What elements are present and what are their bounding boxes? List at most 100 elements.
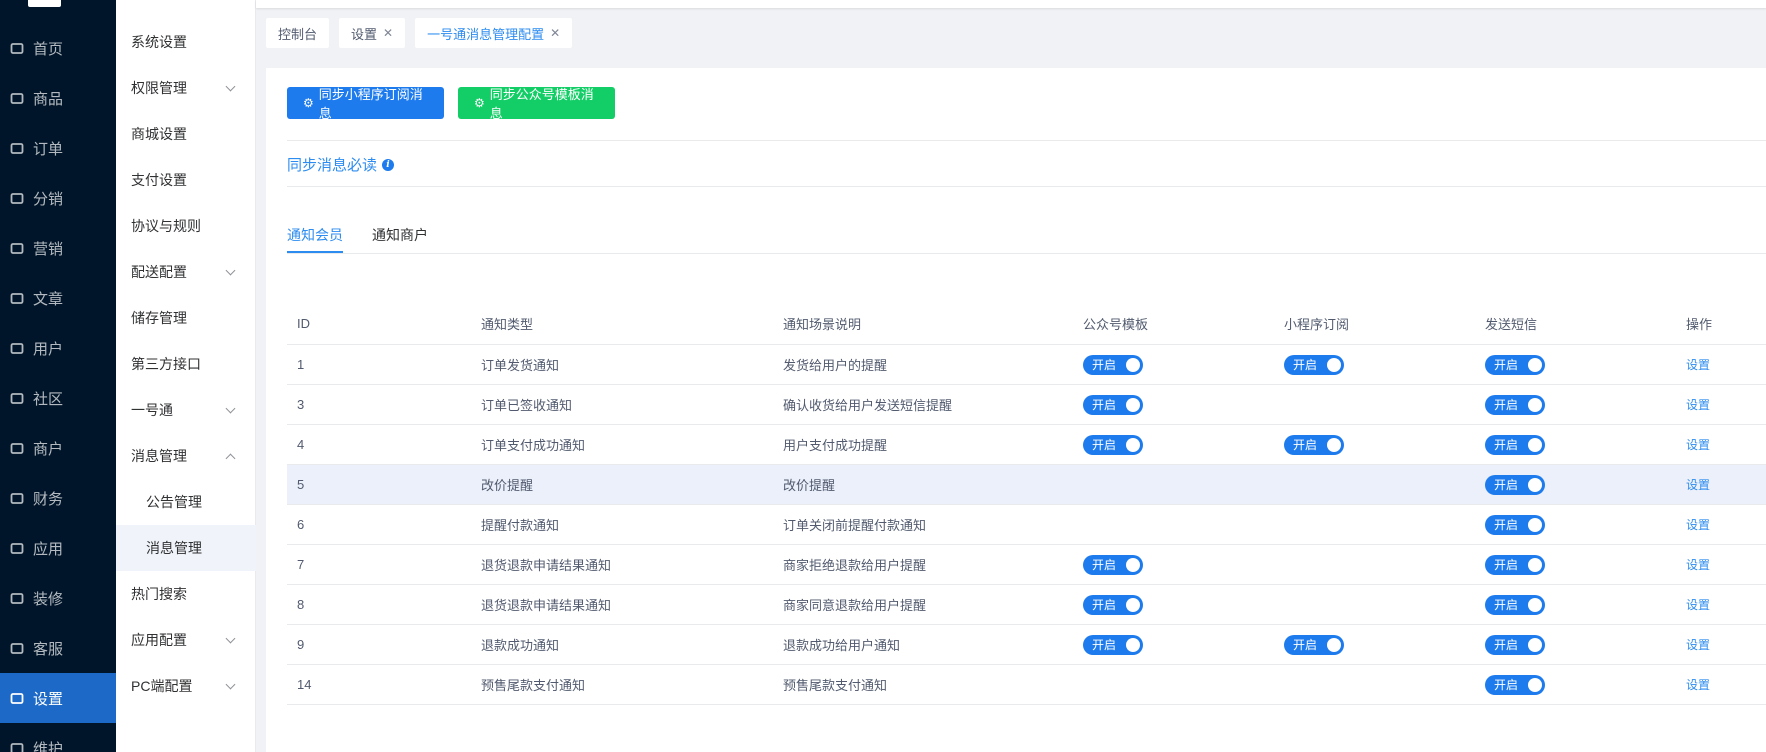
sms-toggle[interactable]: 开启 (1485, 634, 1545, 655)
sms-toggle[interactable]: 开启 (1485, 474, 1545, 495)
submenu-item-8[interactable]: 一号通 (116, 387, 256, 433)
sidebar-item-1[interactable]: 商品 (0, 73, 116, 123)
wechat-template-toggle[interactable]: 开启 (1083, 354, 1143, 375)
sms-toggle[interactable]: 开启 (1485, 554, 1545, 575)
cell-type: 退货退款申请结果通知 (481, 598, 612, 613)
cell-id: 4 (297, 437, 305, 452)
settings-link[interactable]: 设置 (1686, 516, 1710, 533)
sidebar-item-10[interactable]: 应用 (0, 523, 116, 573)
sidebar-item-label: 财务 (33, 490, 64, 508)
settings-link[interactable]: 设置 (1686, 436, 1710, 453)
sidebar-item-13[interactable]: 设置 (0, 673, 116, 723)
sync-official-account-button[interactable]: ⚙ 同步公众号模板消息 (458, 87, 615, 121)
page-tab-1[interactable]: 设置 ✕ (339, 18, 406, 48)
wechat-template-toggle[interactable]: 开启 (1083, 394, 1143, 415)
sidebar-item-8[interactable]: 商户 (0, 423, 116, 473)
submenu-item-5[interactable]: 配送配置 (116, 249, 256, 295)
sidebar-item-11[interactable]: 装修 (0, 573, 116, 623)
settings-link[interactable]: 设置 (1686, 476, 1710, 493)
submenu-item-10[interactable]: 公告管理 (116, 479, 256, 525)
brush-icon (10, 591, 24, 605)
switch-label: 开启 (1293, 358, 1318, 372)
sms-toggle[interactable]: 开启 (1485, 674, 1545, 695)
sync-mini-program-button[interactable]: ⚙ 同步小程序订阅消息 (287, 87, 444, 121)
close-icon[interactable]: ✕ (550, 26, 560, 40)
settings-link[interactable]: 设置 (1686, 676, 1710, 693)
cell-action: 设置 (1686, 345, 1710, 384)
mini-program-toggle[interactable]: 开启 (1284, 354, 1344, 375)
submenu-item-14[interactable]: PC端配置 (116, 663, 256, 709)
cell-desc: 商家同意退款给用户提醒 (783, 598, 927, 613)
switch-knob (1126, 597, 1140, 612)
submenu-item-2[interactable]: 商城设置 (116, 111, 256, 157)
mini-program-toggle[interactable]: 开启 (1284, 434, 1344, 455)
table-header: ID 通知类型 通知场景说明 公众号模板 小程序订阅 发送短信 操作 (287, 303, 1766, 345)
cell-type: 预售尾款支付通知 (481, 678, 586, 693)
settings-link[interactable]: 设置 (1686, 356, 1710, 373)
page-tab-0[interactable]: 控制台 (266, 18, 330, 48)
cell-wechat: 开启 (1083, 545, 1143, 584)
wechat-template-toggle[interactable]: 开启 (1083, 594, 1143, 615)
sidebar-item-label: 分销 (33, 190, 64, 208)
sms-toggle[interactable]: 开启 (1485, 394, 1545, 415)
submenu-item-3[interactable]: 支付设置 (116, 157, 256, 203)
wechat-template-toggle[interactable]: 开启 (1083, 434, 1143, 455)
submenu-item-11[interactable]: 消息管理 (116, 525, 256, 571)
apps-icon (10, 541, 24, 555)
cell-type: 提醒付款通知 (481, 518, 560, 533)
cell-type: 订单已签收通知 (481, 398, 573, 413)
sidebar-item-12[interactable]: 客服 (0, 623, 116, 673)
sidebar-item-6[interactable]: 用户 (0, 323, 116, 373)
submenu-item-12[interactable]: 热门搜索 (116, 571, 256, 617)
sidebar-item-9[interactable]: 财务 (0, 473, 116, 523)
switch-knob (1327, 437, 1341, 452)
settings-link[interactable]: 设置 (1686, 636, 1710, 653)
cell-action: 设置 (1686, 585, 1710, 624)
sidebar-item-label: 首页 (33, 40, 64, 58)
cell-desc: 商家拒绝退款给用户提醒 (783, 558, 927, 573)
sidebar-item-0[interactable]: 首页 (0, 23, 116, 73)
sidebar-item-label: 用户 (33, 340, 64, 358)
page-tab-2[interactable]: 一号通消息管理配置 ✕ (415, 18, 573, 48)
settings-link[interactable]: 设置 (1686, 396, 1710, 413)
close-icon[interactable]: ✕ (383, 26, 393, 40)
submenu-item-label: 一号通 (131, 402, 173, 418)
sidebar-item-3[interactable]: 分销 (0, 173, 116, 223)
wechat-template-toggle[interactable]: 开启 (1083, 634, 1143, 655)
switch-knob (1126, 357, 1140, 372)
switch-knob (1528, 437, 1542, 452)
cell-mini: 开启 (1284, 625, 1344, 664)
cell-sms: 开启 (1485, 345, 1545, 384)
sidebar-item-7[interactable]: 社区 (0, 373, 116, 423)
submenu-item-7[interactable]: 第三方接口 (116, 341, 256, 387)
sms-toggle[interactable]: 开启 (1485, 354, 1545, 375)
switch-knob (1528, 557, 1542, 572)
wechat-template-toggle[interactable]: 开启 (1083, 554, 1143, 575)
settings-link[interactable]: 设置 (1686, 556, 1710, 573)
cell-type: 订单发货通知 (481, 358, 560, 373)
submenu-item-4[interactable]: 协议与规则 (116, 203, 256, 249)
sms-toggle[interactable]: 开启 (1485, 434, 1545, 455)
mini-program-toggle[interactable]: 开启 (1284, 634, 1344, 655)
sync-official-account-label: 同步公众号模板消息 (489, 87, 594, 121)
submenu-item-13[interactable]: 应用配置 (116, 617, 256, 663)
sms-toggle[interactable]: 开启 (1485, 594, 1545, 615)
submenu-item-6[interactable]: 储存管理 (116, 295, 256, 341)
submenu-item-0[interactable]: 系统设置 (116, 19, 256, 65)
store-icon (10, 441, 24, 455)
switch-knob (1528, 637, 1542, 652)
settings-link[interactable]: 设置 (1686, 596, 1710, 613)
submenu-item-label: 储存管理 (131, 310, 187, 326)
sidebar-item-4[interactable]: 营销 (0, 223, 116, 273)
must-read-link[interactable]: 同步消息必读 i (287, 154, 395, 175)
gear-icon (10, 691, 24, 705)
submenu-item-1[interactable]: 权限管理 (116, 65, 256, 111)
tab-notify-member[interactable]: 通知会员 (287, 225, 343, 245)
sidebar-item-14[interactable]: 维护 (0, 723, 116, 752)
sms-toggle[interactable]: 开启 (1485, 514, 1545, 535)
sidebar-item-5[interactable]: 文章 (0, 273, 116, 323)
tab-notify-merchant[interactable]: 通知商户 (372, 225, 428, 245)
submenu-item-label: 热门搜索 (131, 586, 187, 602)
submenu-item-9[interactable]: 消息管理 (116, 433, 256, 479)
sidebar-item-2[interactable]: 订单 (0, 123, 116, 173)
